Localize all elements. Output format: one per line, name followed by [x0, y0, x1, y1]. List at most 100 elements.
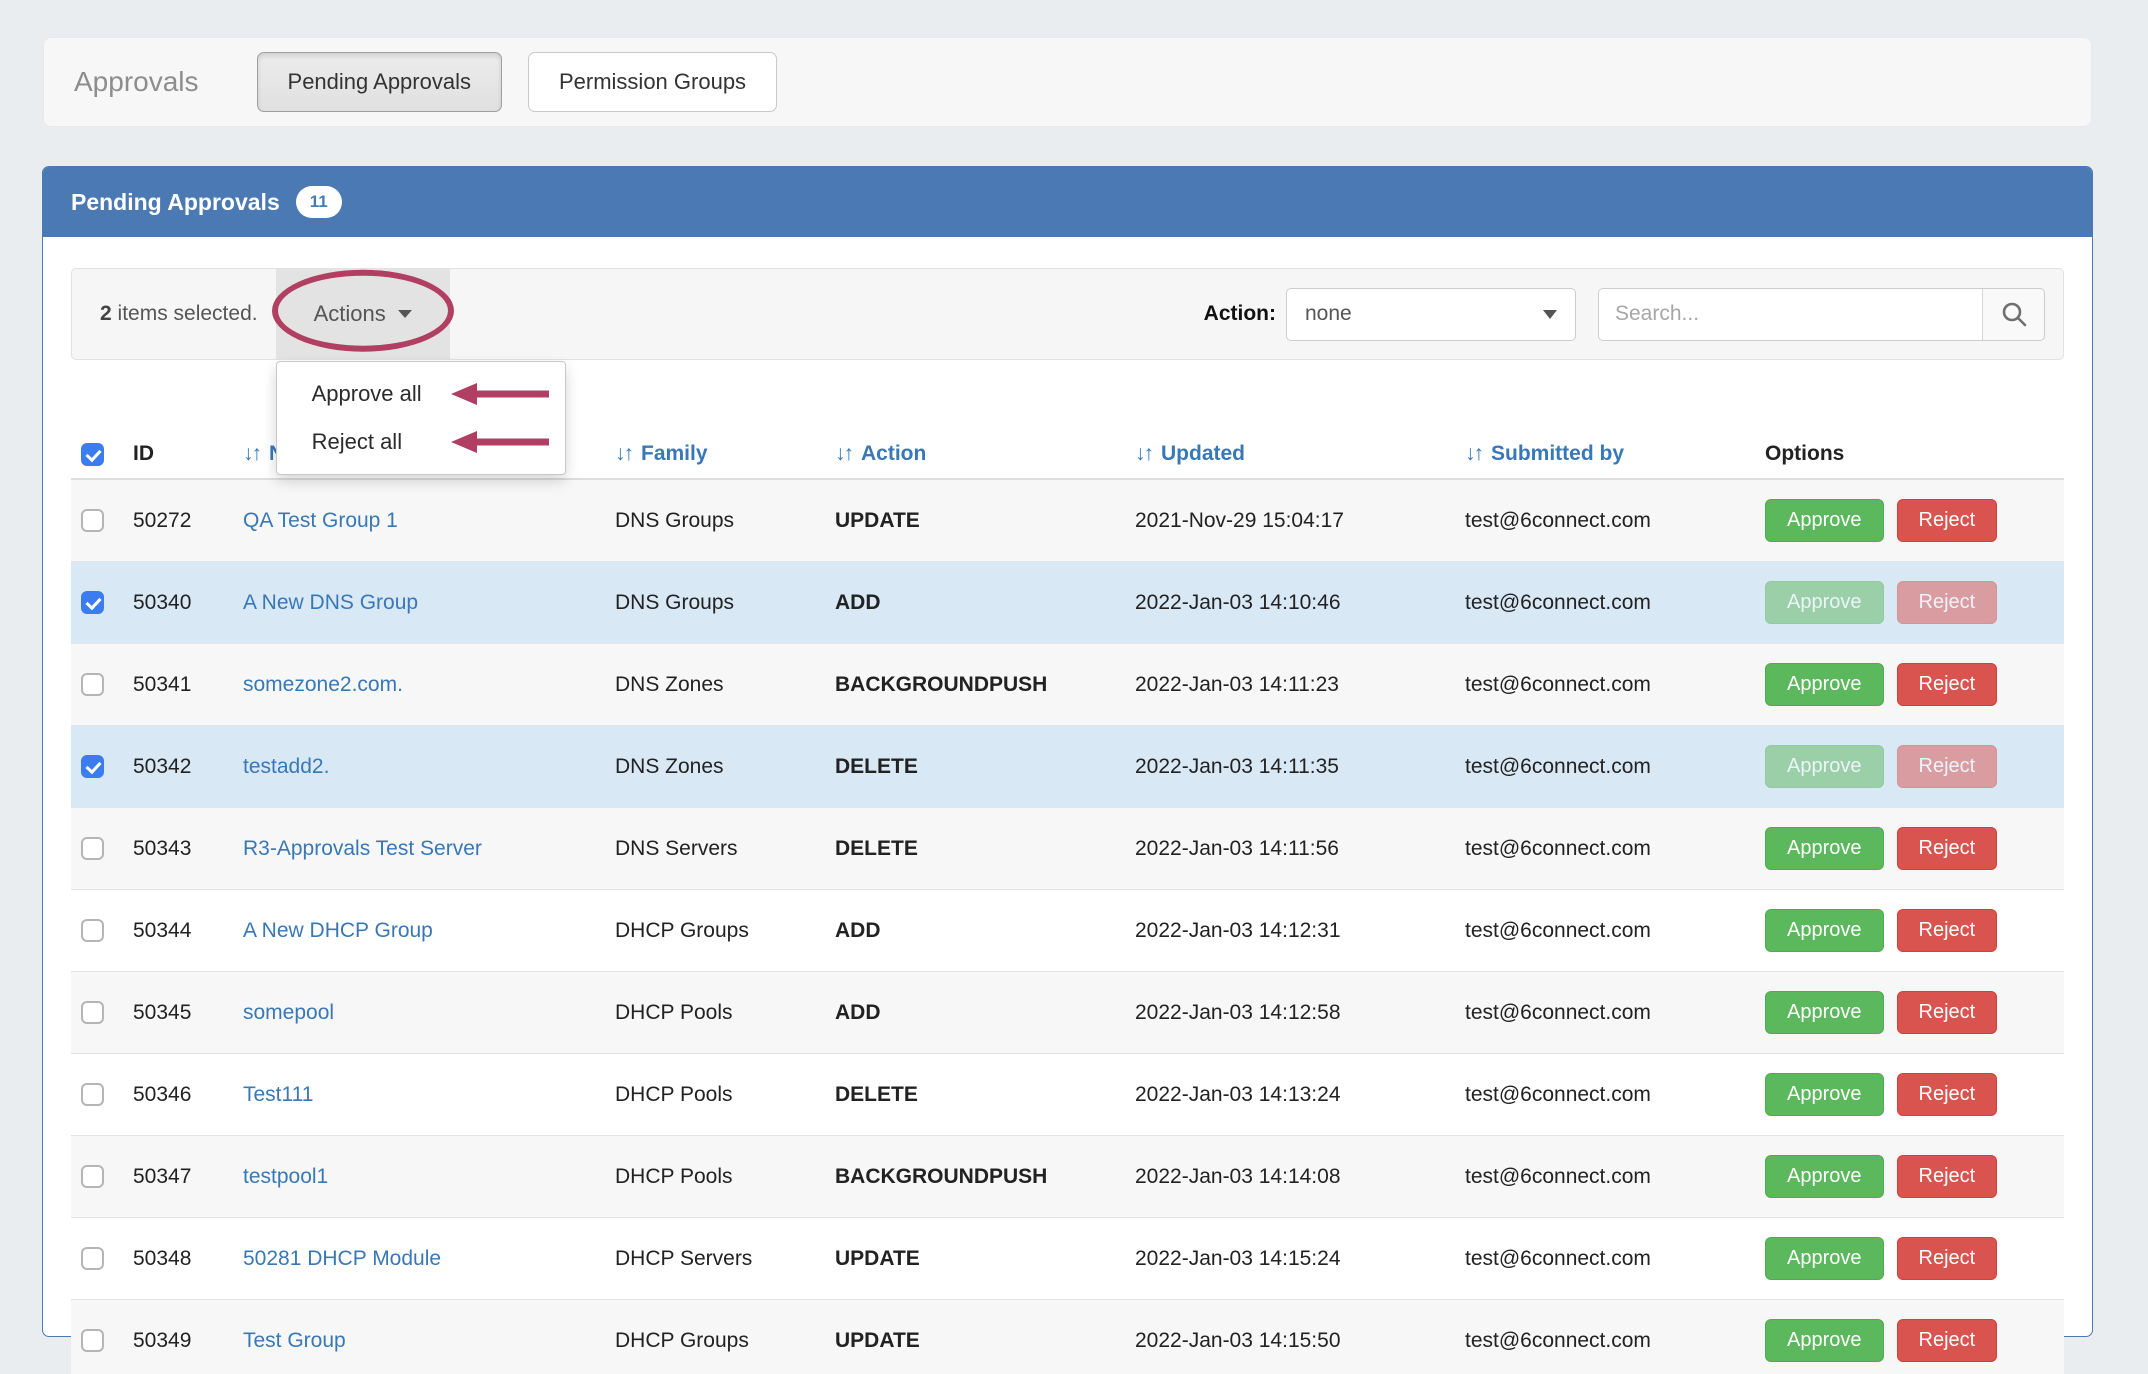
row-action: DELETE	[825, 725, 1125, 808]
row-updated: 2022-Jan-03 14:15:24	[1125, 1217, 1455, 1300]
reject-button[interactable]: Reject	[1896, 909, 1998, 952]
row-updated: 2022-Jan-03 14:15:50	[1125, 1299, 1455, 1374]
reject-button[interactable]: Reject	[1896, 1073, 1998, 1116]
approve-button[interactable]: Approve	[1765, 827, 1884, 870]
search-input[interactable]	[1598, 287, 1983, 341]
row-name-link[interactable]: QA Test Group 1	[243, 509, 398, 532]
selected-count-text: 2 items selected.	[100, 302, 258, 326]
column-header-submitted-by[interactable]: ↓↑ Submitted by	[1455, 430, 1755, 480]
row-submitted-by: test@6connect.com	[1455, 1135, 1755, 1218]
tab-pending-approvals[interactable]: Pending Approvals	[256, 52, 502, 112]
row-family: DHCP Pools	[605, 1135, 825, 1218]
row-checkbox[interactable]	[81, 755, 104, 779]
row-action: DELETE	[825, 807, 1125, 890]
column-header-family[interactable]: ↓↑ Family	[605, 430, 825, 480]
row-checkbox[interactable]	[81, 919, 104, 943]
selected-suffix: items selected.	[111, 302, 258, 325]
row-family: DHCP Groups	[605, 1299, 825, 1374]
table-row: 50349 Test Group DHCP Groups UPDATE 2022…	[71, 1299, 2064, 1374]
row-action: BACKGROUNDPUSH	[825, 643, 1125, 726]
reject-button[interactable]: Reject	[1896, 1155, 1998, 1198]
pending-approvals-panel: Pending Approvals 11 2 items selected. A…	[42, 166, 2093, 1374]
reject-button[interactable]: Reject	[1896, 1319, 1998, 1362]
row-name-link[interactable]: testadd2.	[243, 755, 329, 778]
row-checkbox[interactable]	[81, 837, 104, 861]
row-name-link[interactable]: A New DNS Group	[243, 591, 418, 614]
row-submitted-by: test@6connect.com	[1455, 889, 1755, 972]
row-action: UPDATE	[835, 508, 920, 532]
row-name-link[interactable]: Test Group	[243, 1329, 346, 1352]
row-family: DHCP Pools	[605, 1053, 825, 1136]
row-id: 50345	[123, 971, 233, 1054]
table-row: 50341 somezone2.com. DNS Zones BACKGROUN…	[71, 643, 2064, 726]
reject-button[interactable]: Reject	[1896, 663, 1998, 706]
sort-icon: ↓↑	[243, 442, 262, 465]
row-checkbox[interactable]	[81, 1247, 104, 1271]
page-header: Approvals Pending Approvals Permission G…	[43, 37, 2092, 127]
sort-icon: ↓↑	[835, 442, 854, 465]
approve-button[interactable]: Approve	[1765, 909, 1884, 952]
table-row: 50342 testadd2. DNS Zones DELETE 2022-Ja…	[71, 725, 2064, 808]
action-select-label: Action:	[1203, 302, 1276, 325]
toolbar: 2 items selected. Actions Approve all Re…	[71, 268, 2064, 475]
row-action: UPDATE	[825, 1299, 1125, 1374]
menu-item-reject-all[interactable]: Reject all	[277, 418, 565, 466]
sort-icon: ↓↑	[615, 442, 634, 465]
column-header-updated[interactable]: ↓↑ Updated	[1125, 430, 1455, 480]
action-select-value: none	[1305, 302, 1352, 325]
row-checkbox[interactable]	[81, 1329, 104, 1353]
row-checkbox[interactable]	[81, 509, 104, 533]
tab-permission-groups[interactable]: Permission Groups	[527, 52, 778, 112]
table-row: 50346 Test111 DHCP Pools DELETE 2022-Jan…	[71, 1053, 2064, 1136]
chevron-down-icon	[1543, 309, 1557, 319]
approve-button[interactable]: Approve	[1765, 1155, 1884, 1198]
page-title: Approvals	[74, 66, 199, 97]
approve-button[interactable]: Approve	[1765, 991, 1884, 1034]
row-action: ADD	[825, 971, 1125, 1054]
action-select[interactable]: none	[1286, 287, 1576, 341]
column-header-action[interactable]: ↓↑ Action	[825, 430, 1125, 480]
approve-button[interactable]: Approve	[1765, 499, 1884, 542]
row-updated: 2022-Jan-03 14:12:58	[1125, 971, 1455, 1054]
row-checkbox[interactable]	[81, 673, 104, 697]
row-checkbox[interactable]	[81, 591, 104, 615]
row-family: DHCP Groups	[605, 889, 825, 972]
page: Approvals Pending Approvals Permission G…	[0, 0, 2148, 1374]
reject-button[interactable]: Reject	[1896, 499, 1998, 542]
row-name-link[interactable]: 50281 DHCP Module	[243, 1247, 441, 1270]
actions-dropdown-button[interactable]: Actions	[275, 269, 450, 359]
row-family: DNS Servers	[605, 807, 825, 890]
reject-button[interactable]: Reject	[1896, 1237, 1998, 1280]
row-name-link[interactable]: R3-Approvals Test Server	[243, 837, 482, 860]
table-row: 50345 somepool DHCP Pools ADD 2022-Jan-0…	[71, 971, 2064, 1054]
table-row: 50340 A New DNS Group DNS Groups ADD 202…	[71, 561, 2064, 644]
row-submitted-by: test@6connect.com	[1455, 725, 1755, 808]
approve-button[interactable]: Approve	[1765, 1319, 1884, 1362]
row-submitted-by: test@6connect.com	[1465, 508, 1651, 532]
reject-button[interactable]: Reject	[1896, 827, 1998, 870]
search-button[interactable]	[1983, 287, 2045, 341]
row-name-link[interactable]: somezone2.com.	[243, 673, 403, 696]
reject-button[interactable]: Reject	[1896, 991, 1998, 1034]
approve-button[interactable]: Approve	[1765, 663, 1884, 706]
table-row: 50272 QA Test Group 1 DNS Groups UPDATE …	[71, 479, 2064, 562]
approve-button[interactable]: Approve	[1765, 1237, 1884, 1280]
row-name-link[interactable]: testpool1	[243, 1165, 328, 1188]
row-checkbox[interactable]	[81, 1165, 104, 1189]
approve-button[interactable]: Approve	[1765, 1073, 1884, 1116]
row-updated: 2022-Jan-03 14:11:56	[1125, 807, 1455, 890]
search-icon	[2002, 302, 2026, 327]
select-all-checkbox[interactable]	[81, 442, 104, 466]
row-name-link[interactable]: A New DHCP Group	[243, 919, 433, 942]
menu-item-approve-all-label: Approve all	[311, 381, 422, 406]
panel-title: Pending Approvals	[71, 188, 280, 215]
menu-item-approve-all[interactable]: Approve all	[277, 370, 565, 418]
row-updated: 2022-Jan-03 14:10:46	[1125, 561, 1455, 644]
annotation-arrow-icon	[450, 431, 549, 453]
row-name-link[interactable]: Test111	[243, 1083, 313, 1106]
row-name-link[interactable]: somepool	[243, 1001, 334, 1024]
row-checkbox[interactable]	[81, 1001, 104, 1025]
row-checkbox[interactable]	[81, 1083, 104, 1107]
column-header-id: ID	[123, 430, 233, 480]
row-family: DNS Groups	[615, 508, 735, 532]
